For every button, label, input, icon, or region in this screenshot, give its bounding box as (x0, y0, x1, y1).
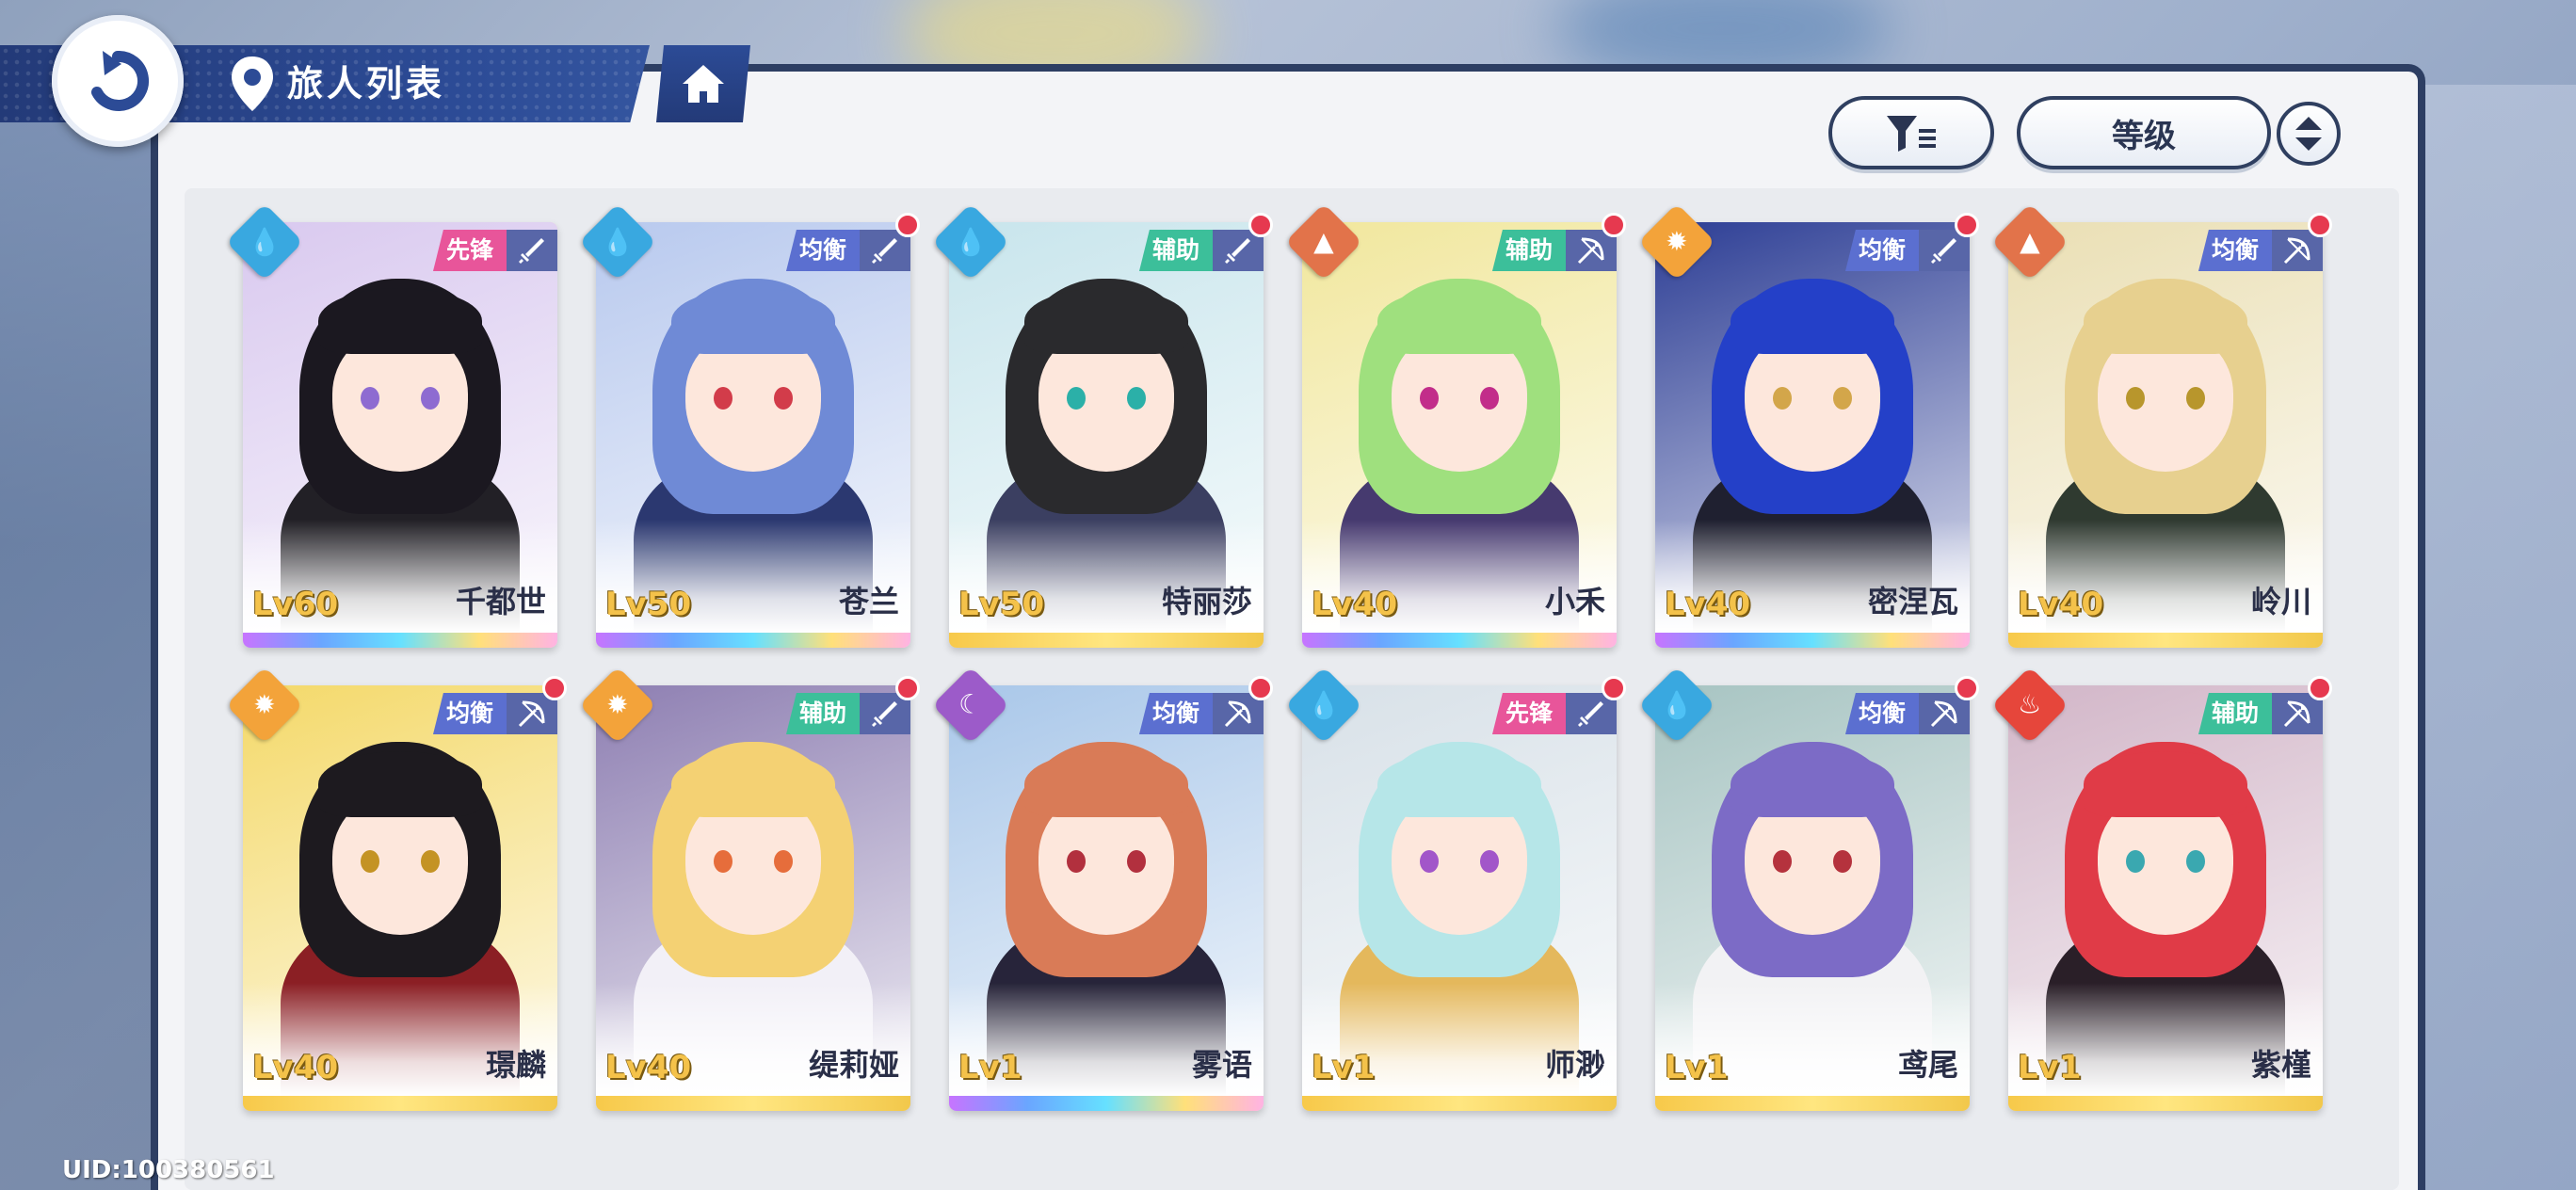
character-level: Lv1 (1665, 1049, 1729, 1086)
role-tag: 均衡 (2198, 230, 2272, 271)
background-left-scenery (0, 113, 160, 1190)
character-portrait (1655, 685, 1970, 1096)
character-portrait (596, 222, 910, 633)
character-card[interactable]: 💧 均衡 Lv50 苍兰 (578, 202, 920, 648)
character-name: 雾语 (1191, 1047, 1252, 1083)
home-icon (683, 65, 724, 103)
character-level: Lv60 (252, 586, 339, 623)
character-portrait (243, 685, 557, 1096)
character-level: Lv1 (958, 1049, 1022, 1086)
notification-dot (1955, 676, 1979, 700)
character-name: 鸢尾 (1897, 1047, 1958, 1083)
notification-dot (1248, 213, 1273, 237)
character-portrait (949, 222, 1264, 633)
home-button[interactable] (656, 45, 750, 122)
role-tag: 先锋 (432, 230, 507, 271)
notification-dot (2308, 213, 2332, 237)
character-name: 特丽莎 (1161, 584, 1252, 619)
character-name: 千都世 (455, 584, 546, 619)
character-name: 璟麟 (485, 1047, 546, 1083)
sort-by-dropdown[interactable]: 等级 (2017, 96, 2271, 169)
character-level: Lv40 (1665, 586, 1751, 623)
character-level: Lv1 (1312, 1049, 1376, 1086)
character-level: Lv40 (605, 1049, 692, 1086)
back-button[interactable] (52, 15, 184, 147)
role-tag: 均衡 (1844, 230, 1919, 271)
role-tag: 辅助 (2198, 693, 2272, 734)
character-card[interactable]: ✹ 均衡 Lv40 璟麟 (225, 666, 567, 1111)
character-card[interactable]: 💧 先锋 Lv60 千都世 (225, 202, 557, 648)
character-name: 缇莉娅 (808, 1047, 899, 1083)
filter-icon (1887, 116, 1936, 152)
notification-dot (1602, 676, 1626, 700)
role-tag: 均衡 (432, 693, 507, 734)
role-tag: 辅助 (1491, 230, 1566, 271)
sort-order-icon (2295, 117, 2322, 151)
user-id: UID:100380561 (62, 1156, 275, 1184)
role-tag: 均衡 (1138, 693, 1213, 734)
role-tag: 辅助 (1138, 230, 1213, 271)
character-name: 苍兰 (838, 584, 899, 619)
character-portrait (1302, 685, 1617, 1096)
role-tag: 辅助 (785, 693, 860, 734)
role-tag: 先锋 (1491, 693, 1566, 734)
character-name: 岭川 (2250, 584, 2311, 619)
notification-dot (542, 676, 567, 700)
character-card[interactable]: ▲ 辅助 Lv40 小禾 (1284, 202, 1626, 648)
character-level: Lv40 (1312, 586, 1398, 623)
notification-dot (1955, 213, 1979, 237)
sort-order-toggle[interactable] (2277, 102, 2341, 166)
role-tag: 均衡 (1844, 693, 1919, 734)
character-portrait (1655, 222, 1970, 633)
character-card[interactable]: ▲ 均衡 Lv40 岭川 (1990, 202, 2332, 648)
character-card[interactable]: ♨ 辅助 Lv1 紫槿 (1990, 666, 2332, 1111)
background-right-scenery (2416, 85, 2576, 1190)
character-card[interactable]: 💧 辅助 Lv50 特丽莎 (931, 202, 1273, 648)
notification-dot (1602, 213, 1626, 237)
role-tag: 均衡 (785, 230, 860, 271)
character-name: 紫槿 (2250, 1047, 2311, 1083)
character-level: Lv40 (2018, 586, 2104, 623)
sword-icon (507, 230, 557, 271)
character-level: Lv40 (252, 1049, 339, 1086)
notification-dot (895, 213, 920, 237)
notification-dot (2308, 676, 2332, 700)
character-name: 小禾 (1544, 584, 1605, 619)
character-name: 密涅瓦 (1867, 584, 1958, 619)
character-portrait (1302, 222, 1617, 633)
character-portrait (949, 685, 1264, 1096)
character-card[interactable]: 💧 先锋 Lv1 师渺 (1284, 666, 1626, 1111)
filter-button[interactable] (1828, 96, 1994, 169)
character-portrait (2008, 685, 2323, 1096)
character-card[interactable]: ✹ 均衡 Lv40 密涅瓦 (1637, 202, 1979, 648)
character-portrait (596, 685, 910, 1096)
character-level: Lv50 (605, 586, 692, 623)
character-name: 师渺 (1544, 1047, 1605, 1083)
character-level: Lv1 (2018, 1049, 2082, 1086)
character-level: Lv50 (958, 586, 1045, 623)
back-arrow-icon (91, 51, 150, 111)
notification-dot (1248, 676, 1273, 700)
page-title: 旅人列表 (287, 63, 446, 105)
character-card[interactable]: ☾ 均衡 Lv1 雾语 (931, 666, 1273, 1111)
notification-dot (895, 676, 920, 700)
character-portrait (243, 222, 557, 633)
character-card[interactable]: 💧 均衡 Lv1 鸢尾 (1637, 666, 1979, 1111)
character-portrait (2008, 222, 2323, 633)
character-card[interactable]: ✹ 辅助 Lv40 缇莉娅 (578, 666, 920, 1111)
location-pin-icon (232, 56, 273, 111)
